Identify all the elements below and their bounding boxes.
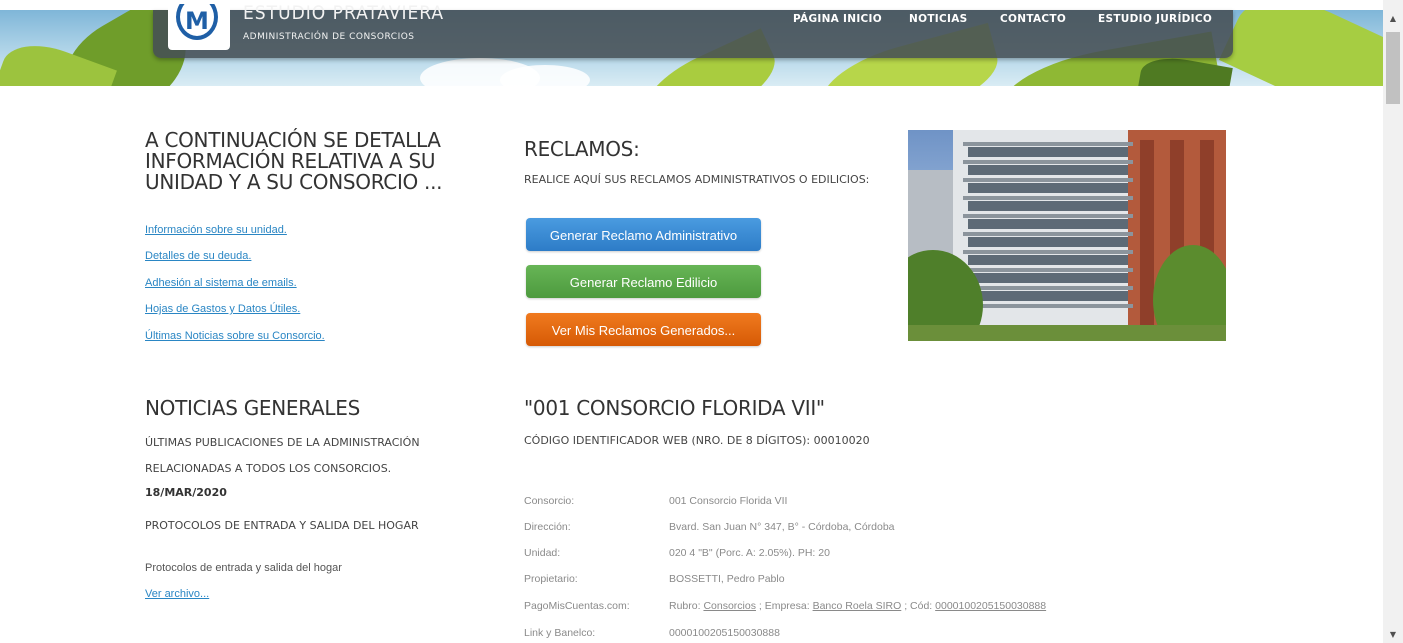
row-label-direccion: Dirección: (524, 521, 571, 533)
building-photo (908, 130, 1226, 341)
brand-subtitle: ADMINISTRACIÓN DE CONSORCIOS (243, 32, 415, 42)
banner-leaf (1218, 10, 1383, 86)
row-value-direccion: Bvard. San Juan N° 347, B° - Córdoba, Có… (669, 521, 895, 533)
row-label-link-banelco: Link y Banelco: (524, 627, 596, 639)
noticias-title: NOTICIAS GENERALES (145, 396, 360, 420)
row-label-propietario: Propietario: (524, 573, 578, 585)
page-scrollbar[interactable]: ▲ ▼ (1383, 0, 1403, 643)
row-value-link-banelco: 0000100205150030888 (669, 627, 780, 639)
scroll-up-arrow-icon[interactable]: ▲ (1383, 10, 1403, 27)
pmc-empresa-link[interactable]: Banco Roela SIRO (813, 600, 902, 612)
noticias-subtitle-2: RELACIONADAS A TODOS LOS CONSORCIOS. (145, 462, 392, 475)
link-info-unidad[interactable]: Información sobre su unidad. (145, 224, 287, 236)
nav-pagina-inicio[interactable]: PÁGINA INICIO (793, 13, 882, 25)
nav-estudio-juridico[interactable]: ESTUDIO JURÍDICO (1098, 13, 1212, 25)
reclamos-title: RECLAMOS: (524, 137, 640, 161)
news-headline: PROTOCOLOS DE ENTRADA Y SALIDA DEL HOGAR (145, 519, 419, 532)
news-body: Protocolos de entrada y salida del hogar (145, 562, 342, 574)
pmc-rubro-link[interactable]: Consorcios (703, 600, 756, 612)
row-value-unidad: 020 4 "B" (Porc. A: 2.05%). PH: 20 (669, 547, 830, 559)
scroll-thumb[interactable] (1386, 32, 1400, 104)
generar-reclamo-edilicio-button[interactable]: Generar Reclamo Edilicio (526, 265, 761, 298)
building-illustration (908, 130, 1226, 341)
noticias-subtitle-1: ÚLTIMAS PUBLICACIONES DE LA ADMINISTRACI… (145, 436, 420, 449)
pmc-rubro-label: Rubro: (669, 600, 704, 612)
link-detalles-deuda[interactable]: Detalles de su deuda. (145, 250, 251, 262)
nav-noticias[interactable]: NOTICIAS (909, 13, 967, 25)
row-label-pagomiscuentas: PagoMisCuentas.com: (524, 600, 630, 612)
nav-contacto[interactable]: CONTACTO (1000, 13, 1066, 25)
row-value-consorcio: 001 Consorcio Florida VII (669, 495, 788, 507)
info-title: A CONTINUACIÓN SE DETALLA INFORMACIÓN RE… (145, 128, 443, 194)
row-label-unidad: Unidad: (524, 547, 561, 559)
pmc-cod-label: ; Cód: (901, 600, 936, 612)
scroll-down-arrow-icon[interactable]: ▼ (1383, 626, 1403, 643)
reclamos-subtitle: REALICE AQUÍ SUS RECLAMOS ADMINISTRATIVO… (524, 173, 870, 186)
pmc-empresa-label: ; Empresa: (755, 600, 813, 612)
link-hojas-gastos[interactable]: Hojas de Gastos y Datos Útiles. (145, 303, 300, 315)
row-value-pagomiscuentas: Rubro: Consorcios ; Empresa: Banco Roela… (669, 600, 1046, 612)
top-navbar: M ESTUDIO PRATAVIERA ADMINISTRACIÓN DE C… (153, 2, 1233, 58)
link-adhesion-emails[interactable]: Adhesión al sistema de emails. (145, 277, 297, 289)
banner-cloud (500, 65, 590, 86)
main-nav: PÁGINA INICIO NOTICIAS CONTACTO ESTUDIO … (153, 13, 1233, 33)
pmc-cod-link[interactable]: 0000100205150030888 (935, 600, 1046, 612)
news-ver-archivo-link[interactable]: Ver archivo... (145, 588, 209, 600)
ver-mis-reclamos-button[interactable]: Ver Mis Reclamos Generados... (526, 313, 761, 346)
consorcio-title: "001 CONSORCIO FLORIDA VII" (524, 396, 825, 420)
news-date: 18/MAR/2020 (145, 486, 227, 499)
row-value-propietario: BOSSETTI, Pedro Pablo (669, 573, 785, 585)
generar-reclamo-administrativo-button[interactable]: Generar Reclamo Administrativo (526, 218, 761, 251)
link-ultimas-noticias[interactable]: Últimas Noticias sobre su Consorcio. (145, 330, 325, 342)
consorcio-code-line: CÓDIGO IDENTIFICADOR WEB (NRO. DE 8 DÍGI… (524, 434, 870, 447)
row-label-consorcio: Consorcio: (524, 495, 575, 507)
